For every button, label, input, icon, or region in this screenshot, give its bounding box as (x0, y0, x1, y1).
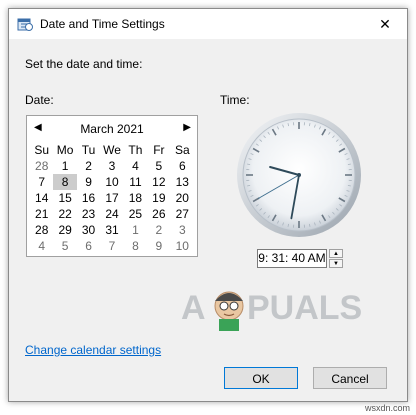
weekday-header: Th (128, 143, 143, 157)
time-input[interactable]: 9: 31: 40 AM (257, 249, 327, 268)
change-calendar-settings-link[interactable]: Change calendar settings (25, 343, 161, 357)
calendar-day[interactable]: 14 (30, 190, 53, 206)
site-label: wsxdn.com (364, 403, 410, 413)
calendar-day[interactable]: 13 (171, 174, 194, 190)
clock-center (297, 173, 301, 177)
calendar-day[interactable]: 5 (53, 238, 76, 254)
calendar-day[interactable]: 30 (77, 222, 100, 238)
dialog-heading: Set the date and time: (25, 57, 143, 71)
calendar-day[interactable]: 12 (147, 174, 170, 190)
calendar-day[interactable]: 5 (147, 158, 170, 174)
calendar-day[interactable]: 24 (100, 206, 123, 222)
watermark-text-left: A (181, 289, 206, 327)
calendar-day[interactable]: 3 (100, 158, 123, 174)
spin-up-icon[interactable]: ▲ (329, 249, 343, 258)
close-button[interactable]: ✕ (363, 9, 407, 39)
calendar-day[interactable]: 4 (30, 238, 53, 254)
calendar-day[interactable]: 1 (53, 158, 76, 174)
weekday-header: Tu (81, 143, 96, 157)
calendar-day[interactable]: 15 (53, 190, 76, 206)
calendar-day[interactable]: 9 (77, 174, 100, 190)
date-label: Date: (25, 93, 54, 107)
calendar-day[interactable]: 27 (171, 206, 194, 222)
calendar-day[interactable]: 31 (100, 222, 123, 238)
close-icon: ✕ (379, 15, 391, 32)
time-label: Time: (220, 93, 250, 107)
calendar-day[interactable]: 7 (100, 238, 123, 254)
title-bar: Date and Time Settings ✕ (9, 9, 407, 39)
calendar-day[interactable]: 10 (171, 238, 194, 254)
analog-clock (237, 113, 361, 237)
calendar-day[interactable]: 2 (147, 222, 170, 238)
weekday-header: Sa (174, 143, 190, 157)
calendar-day[interactable]: 17 (100, 190, 123, 206)
weekday-header: Su (34, 143, 50, 157)
spin-down-icon[interactable]: ▼ (329, 259, 343, 268)
calendar-day[interactable]: 29 (53, 222, 76, 238)
date-time-dialog: Date and Time Settings ✕ Set the date an… (8, 8, 408, 402)
calendar: ◀ March 2021 ▶ Su Mo Tu We Th Fr Sa 28 1 2 3 4 5 6 7 8 9… (26, 115, 198, 257)
weekday-header: We (103, 143, 121, 157)
calendar-day[interactable]: 8 (124, 238, 147, 254)
appuals-watermark: A PUALS (181, 289, 362, 331)
calendar-day[interactable]: 28 (30, 222, 53, 238)
weekday-header: Mo (56, 143, 74, 157)
calendar-day[interactable]: 4 (124, 158, 147, 174)
calendar-day[interactable]: 19 (147, 190, 170, 206)
weekday-header: Fr (153, 143, 165, 157)
calendar-day[interactable]: 28 (30, 158, 53, 174)
calendar-day[interactable]: 23 (77, 206, 100, 222)
calendar-day[interactable]: 20 (171, 190, 194, 206)
calendar-day[interactable]: 25 (124, 206, 147, 222)
time-spinner: ▲ ▼ (329, 249, 343, 268)
mascot-icon (214, 291, 244, 331)
cancel-button[interactable]: Cancel (313, 367, 387, 389)
calendar-day[interactable]: 6 (171, 158, 194, 174)
window-title: Date and Time Settings (40, 17, 165, 31)
calendar-day[interactable]: 7 (30, 174, 53, 190)
calendar-day[interactable]: 22 (53, 206, 76, 222)
calendar-day[interactable]: 16 (77, 190, 100, 206)
calendar-month-label[interactable]: March 2021 (27, 122, 197, 136)
calendar-day[interactable]: 26 (147, 206, 170, 222)
calendar-day[interactable]: 6 (77, 238, 100, 254)
calendar-day[interactable]: 3 (171, 222, 194, 238)
calendar-day[interactable]: 2 (77, 158, 100, 174)
calendar-day[interactable]: 11 (124, 174, 147, 190)
calendar-day[interactable]: 18 (124, 190, 147, 206)
watermark-text-right: PUALS (247, 289, 362, 327)
calendar-day[interactable]: 1 (124, 222, 147, 238)
calendar-day-selected[interactable]: 8 (53, 174, 77, 190)
calendar-day[interactable]: 21 (30, 206, 53, 222)
date-time-icon (17, 18, 33, 31)
chevron-right-icon[interactable]: ▶ (183, 122, 191, 133)
ok-button[interactable]: OK (224, 367, 298, 389)
calendar-grid: Su Mo Tu We Th Fr Sa 28 1 2 3 4 5 6 7 8 9 10 11 12 13 14 15 16 1… (30, 142, 194, 254)
calendar-day[interactable]: 10 (100, 174, 123, 190)
calendar-day[interactable]: 9 (147, 238, 170, 254)
